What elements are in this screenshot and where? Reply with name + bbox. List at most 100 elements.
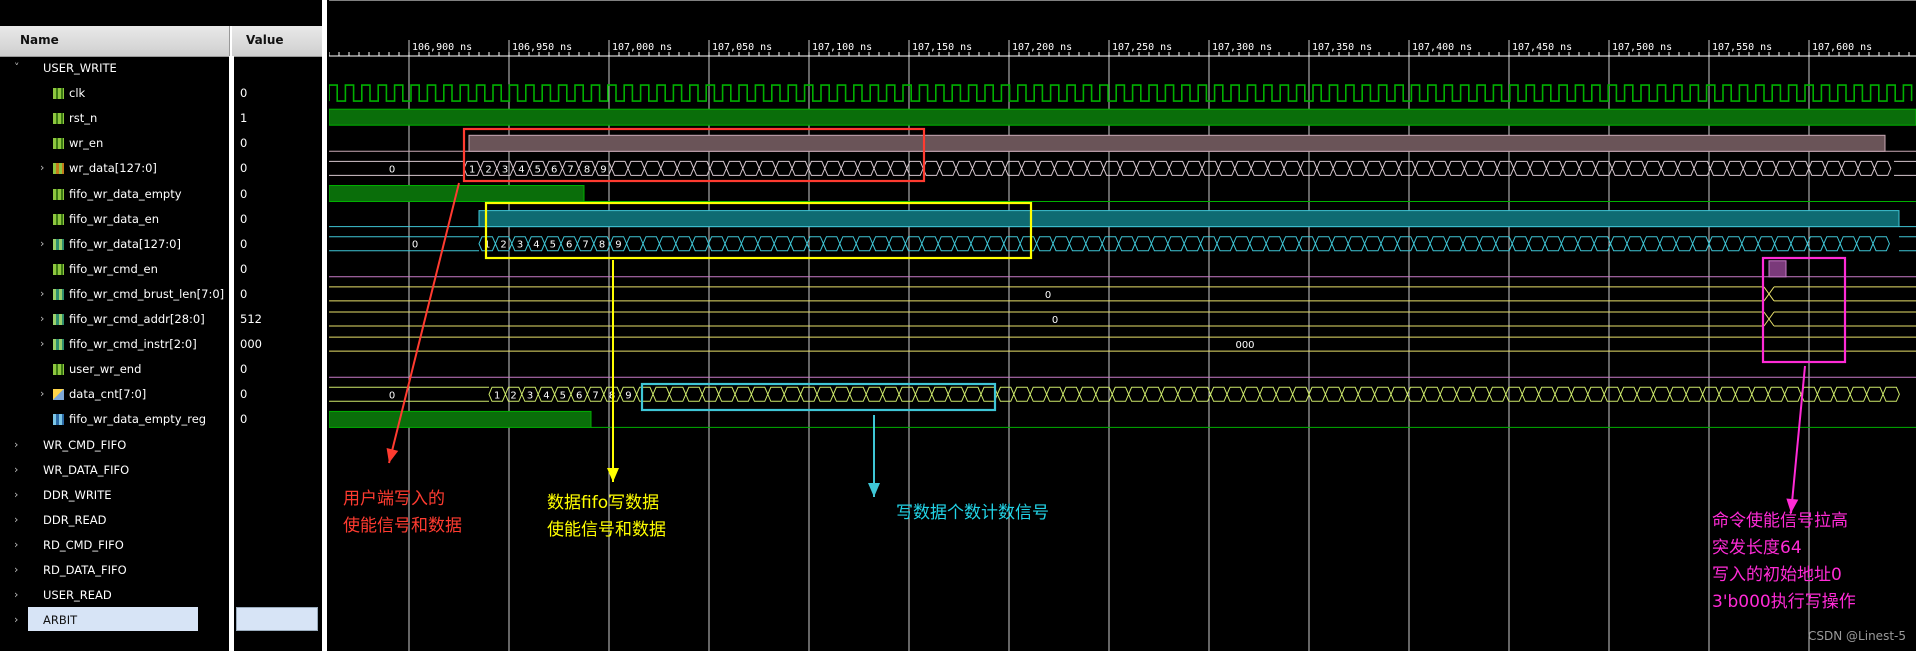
- signal-row-user_write[interactable]: ˅ USER_WRITE: [0, 58, 320, 78]
- expand-chevron-icon[interactable]: ›: [14, 485, 26, 505]
- rst-n-wave: [329, 108, 1916, 126]
- time-tick-label: 107,350 ns: [1312, 42, 1372, 53]
- bus-value-label: 3: [527, 390, 533, 401]
- signal-row-wr_cmd_fifo[interactable]: › WR_CMD_FIFO: [0, 435, 320, 455]
- waveform-canvas: 106,900 ns 106,950 ns 107,000 ns 107,050 ns…: [329, 0, 1916, 651]
- expand-chevron-icon[interactable]: ›: [40, 234, 52, 254]
- expand-chevron-icon[interactable]: ›: [14, 510, 26, 530]
- signal-name: data_cnt[7:0]: [69, 387, 147, 402]
- expand-chevron-icon[interactable]: ›: [14, 560, 26, 580]
- signal-name: WR_CMD_FIFO: [43, 437, 127, 452]
- signal-name: WR_DATA_FIFO: [43, 462, 130, 477]
- signal-name: fifo_wr_data_en: [69, 211, 159, 226]
- signal-name: fifo_wr_cmd_brust_len[7:0]: [69, 286, 225, 301]
- bus-value-label: 0: [389, 390, 395, 401]
- bus-value-label: 0: [1045, 290, 1051, 301]
- expand-chevron-icon[interactable]: ›: [14, 435, 26, 455]
- signal-row-fifo_wr_cmd_instr20[interactable]: › fifo_wr_cmd_instr[2:0] 000: [0, 334, 320, 354]
- signal-row-clk[interactable]: clk 0: [0, 83, 320, 103]
- annotation-red: 用户端写入的 使能信号和数据: [343, 489, 462, 536]
- time-tick-label: 107,100 ns: [812, 42, 872, 53]
- signal-wave-icon: [53, 339, 64, 351]
- panel-splitter[interactable]: [322, 0, 327, 651]
- signal-name: fifo_wr_cmd_addr[28:0]: [69, 312, 205, 326]
- bus-value-label: 2: [510, 390, 516, 401]
- signal-row-wr_data_fifo[interactable]: › WR_DATA_FIFO: [0, 460, 320, 480]
- bus-value-label: 2: [500, 240, 506, 251]
- expand-chevron-icon[interactable]: ›: [40, 284, 52, 304]
- expand-chevron-icon[interactable]: ›: [14, 460, 26, 480]
- signal-name: fifo_wr_data_empty_reg: [69, 412, 207, 427]
- bus-value-label: 8: [599, 240, 605, 251]
- module-group-icon: [27, 490, 38, 501]
- empty-reg-high: [329, 410, 592, 428]
- time-tick-label: 106,950 ns: [512, 42, 572, 53]
- signal-name: DDR_READ: [43, 512, 107, 527]
- signal-row-user_read[interactable]: › USER_READ: [0, 585, 320, 605]
- signal-value: 1: [240, 111, 248, 126]
- bus-value-label: 8: [584, 164, 590, 175]
- signal-row-wr_en[interactable]: wr_en 0: [0, 133, 320, 153]
- signal-wave-icon: [53, 113, 64, 125]
- signal-wave-icon: [53, 188, 64, 200]
- signal-name: fifo_wr_cmd_en: [69, 261, 158, 276]
- column-divider[interactable]: [229, 26, 232, 56]
- expand-chevron-icon[interactable]: ›: [40, 309, 52, 329]
- cyan-arrow-head: [868, 483, 880, 497]
- name-column-header[interactable]: Name: [20, 33, 59, 47]
- bus-value-label: 1: [469, 164, 475, 175]
- signal-row-rd_cmd_fifo[interactable]: › RD_CMD_FIFO: [0, 535, 320, 555]
- bus-value-label: 9: [615, 240, 621, 251]
- expand-chevron-icon[interactable]: ›: [14, 535, 26, 555]
- signal-row-data_cnt70[interactable]: › data_cnt[7:0] 0: [0, 384, 320, 404]
- signal-wave-icon: [53, 88, 64, 100]
- signal-wave-icon: [53, 138, 64, 150]
- signal-row-fifo_wr_cmd_brust_len70[interactable]: › fifo_wr_cmd_brust_len[7:0] 0: [0, 284, 320, 304]
- bus-value-label: 3: [502, 164, 508, 175]
- signal-row-fifo_wr_data_empty_reg[interactable]: fifo_wr_data_empty_reg 0: [0, 409, 320, 429]
- bus-transitions: [478, 236, 1890, 252]
- signal-row-rst_n[interactable]: rst_n 1: [0, 108, 320, 128]
- bus-transition: [1763, 311, 1775, 327]
- signal-row-fifo_wr_cmd_addr280[interactable]: › fifo_wr_cmd_addr[28:0] 512: [0, 309, 320, 329]
- time-tick-label: 107,400 ns: [1412, 42, 1472, 53]
- signal-row-fifo_wr_data1270[interactable]: › fifo_wr_data[127:0] 0: [0, 234, 320, 254]
- bus-value-label: 4: [533, 240, 539, 251]
- signal-wave-icon: [53, 389, 64, 401]
- signal-wave-icon: [53, 288, 64, 300]
- signal-row-arbit[interactable]: › ARBIT: [0, 610, 320, 630]
- bus-value-label: 1: [494, 390, 500, 401]
- signal-value: 0: [240, 136, 248, 151]
- value-column-header[interactable]: Value: [246, 33, 284, 47]
- signal-name: RD_DATA_FIFO: [43, 563, 127, 577]
- annotation-cyan: 写数据个数计数信号: [896, 503, 1049, 523]
- signal-row-ddr_read[interactable]: › DDR_READ: [0, 510, 320, 530]
- signal-row-rd_data_fifo[interactable]: › RD_DATA_FIFO: [0, 560, 320, 580]
- expand-chevron-icon[interactable]: ›: [14, 610, 26, 630]
- expand-chevron-icon[interactable]: ›: [40, 158, 52, 178]
- signal-row-fifo_wr_data_empty[interactable]: fifo_wr_data_empty 0: [0, 184, 320, 204]
- signal-row-user_wr_end[interactable]: user_wr_end 0: [0, 359, 320, 379]
- signal-row-ddr_write[interactable]: › DDR_WRITE: [0, 485, 320, 505]
- time-tick-label: 107,150 ns: [912, 42, 972, 53]
- signal-row-fifo_wr_cmd_en[interactable]: fifo_wr_cmd_en 0: [0, 259, 320, 279]
- expand-chevron-icon[interactable]: ›: [40, 334, 52, 354]
- signal-name: RD_CMD_FIFO: [43, 537, 124, 552]
- fifo-en-high: [478, 210, 1900, 228]
- signal-name: wr_data[127:0]: [69, 161, 157, 176]
- time-tick-label: 107,600 ns: [1812, 42, 1872, 53]
- signal-value: 000: [240, 337, 262, 352]
- signal-wave-icon: [53, 238, 64, 250]
- column-header: Name Value: [0, 26, 324, 57]
- signal-value: 0: [240, 86, 248, 101]
- collapse-chevron-icon[interactable]: ˅: [14, 58, 26, 78]
- expand-chevron-icon[interactable]: ›: [40, 384, 52, 404]
- signal-row-fifo_wr_data_en[interactable]: fifo_wr_data_en 0: [0, 209, 320, 229]
- signal-wave-icon: [53, 213, 64, 225]
- module-group-icon: [27, 63, 38, 74]
- expand-chevron-icon[interactable]: ›: [14, 585, 26, 605]
- signal-row-wr_data1270[interactable]: › wr_data[127:0] 0: [0, 158, 320, 178]
- bus-value-label: 0: [412, 240, 418, 251]
- waveform-viewer[interactable]: 106,900 ns 106,950 ns 107,000 ns 107,050 ns…: [329, 0, 1916, 651]
- time-tick-label: 107,300 ns: [1212, 42, 1272, 53]
